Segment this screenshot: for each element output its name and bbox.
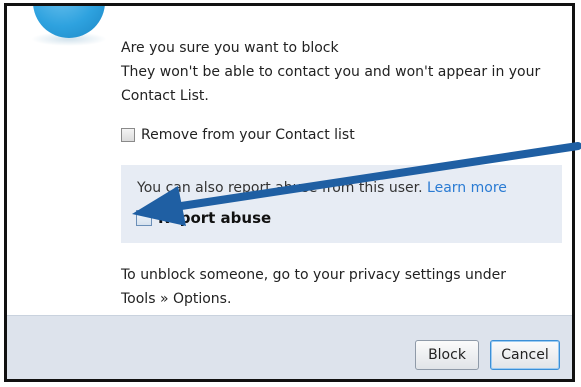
message-line-2: They won't be able to contact you and wo…: [121, 64, 541, 80]
remove-from-contacts-checkbox[interactable]: [121, 128, 135, 142]
report-abuse-description: You can also report abuse from this user…: [137, 180, 423, 196]
unblock-line-2: Tools » Options.: [121, 291, 232, 307]
remove-from-contacts-label[interactable]: Remove from your Contact list: [141, 127, 355, 143]
learn-more-link[interactable]: Learn more: [427, 180, 507, 196]
report-abuse-label[interactable]: Report abuse: [158, 209, 271, 227]
message-line-1: Are you sure you want to block: [121, 40, 339, 56]
block-contact-dialog: Are you sure you want to block They won'…: [4, 3, 575, 382]
block-confirmation-message: Are you sure you want to block They won'…: [121, 36, 540, 108]
unblock-line-1: To unblock someone, go to your privacy s…: [121, 267, 507, 283]
block-button[interactable]: Block: [415, 340, 479, 370]
remove-from-contacts-option[interactable]: Remove from your Contact list: [121, 127, 355, 143]
dialog-footer: Block Cancel: [7, 315, 572, 379]
report-abuse-text: You can also report abuse from this user…: [137, 180, 507, 196]
report-abuse-option[interactable]: Report abuse: [136, 209, 271, 227]
cancel-button[interactable]: Cancel: [490, 340, 560, 370]
report-abuse-checkbox[interactable]: [136, 210, 152, 226]
report-abuse-panel: You can also report abuse from this user…: [121, 165, 562, 243]
message-line-3: Contact List.: [121, 88, 209, 104]
unblock-instructions: To unblock someone, go to your privacy s…: [121, 263, 506, 311]
